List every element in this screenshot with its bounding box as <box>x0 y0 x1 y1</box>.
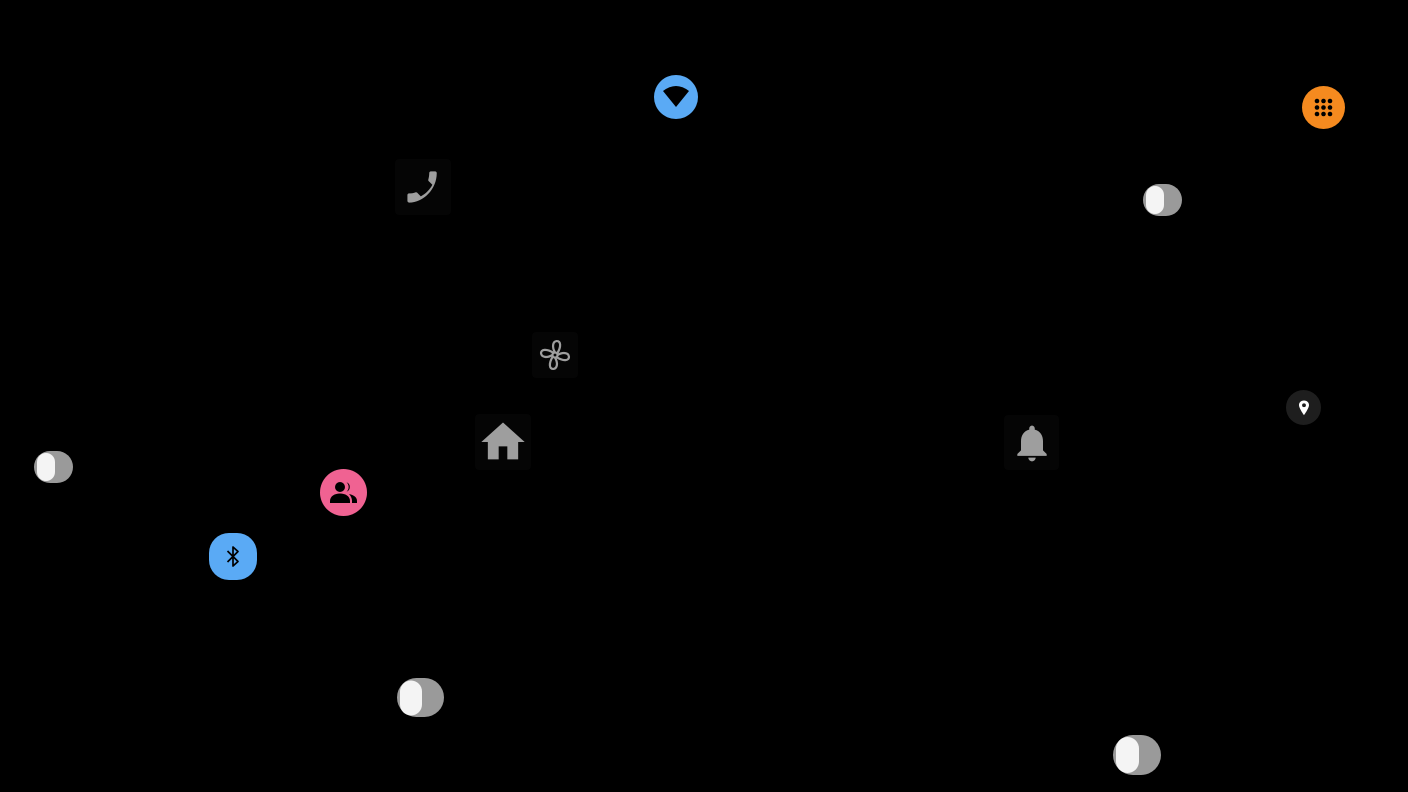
bluetooth-button[interactable] <box>209 533 257 580</box>
phone-button[interactable] <box>395 159 451 215</box>
toggle-switch-3[interactable] <box>397 678 444 717</box>
toggle-switch-4[interactable] <box>1113 735 1161 775</box>
apps-grid-button[interactable] <box>1302 86 1345 129</box>
notifications-button[interactable] <box>1004 415 1059 470</box>
home-icon <box>481 422 525 460</box>
location-button[interactable] <box>1286 390 1321 425</box>
toggle-knob <box>400 680 422 715</box>
wifi-icon <box>654 75 698 119</box>
bell-icon <box>1016 425 1047 461</box>
toggle-switch-2[interactable] <box>34 451 73 483</box>
toggle-knob <box>1146 186 1164 214</box>
fan-button[interactable] <box>532 332 578 378</box>
toggle-knob <box>37 453 55 481</box>
bluetooth-icon <box>209 533 257 580</box>
quick-settings-canvas <box>0 0 1408 792</box>
home-button[interactable] <box>475 414 531 470</box>
location-pin-icon <box>1298 400 1309 415</box>
phone-icon <box>407 171 437 203</box>
toggle-switch-1[interactable] <box>1143 184 1182 216</box>
people-icon <box>320 469 367 516</box>
toggle-knob <box>1116 737 1139 773</box>
apps-grid-icon <box>1302 86 1345 129</box>
fan-icon <box>539 339 571 371</box>
people-button[interactable] <box>320 469 367 516</box>
wifi-button[interactable] <box>654 75 698 119</box>
